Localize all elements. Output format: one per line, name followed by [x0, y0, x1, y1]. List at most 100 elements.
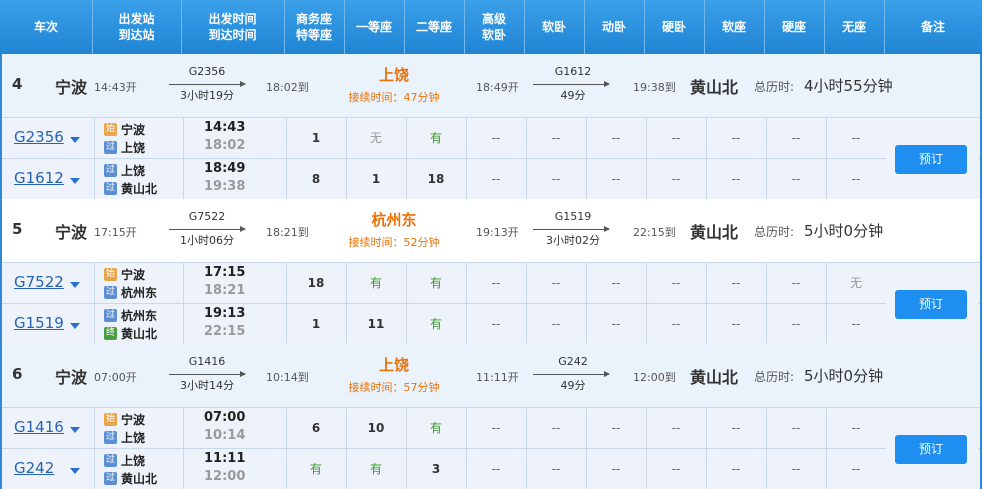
leg2-train-no: G1519: [554, 210, 592, 223]
seat-availability: --: [611, 421, 621, 435]
header-label-line1: 硬座: [781, 20, 806, 34]
train-number-link[interactable]: G2356: [14, 128, 64, 146]
header-divider: [524, 0, 525, 54]
chevron-down-icon[interactable]: [70, 178, 80, 184]
seat-availability: 无: [849, 276, 862, 290]
booking-cell: 预订: [886, 262, 978, 344]
leg1-duration: 3小时14分: [180, 379, 234, 392]
transfer-summary-row: 6 宁波 07:00开 G1416 3小时14分 10:14到 上饶 接续时间：57分钟 11:…: [2, 344, 980, 407]
leg1-arrive-time: 18:02到: [266, 81, 309, 94]
transfer-summary-row: 4 宁波 14:43开 G2356 3小时19分 18:02到 上饶 接续时间：47分钟 18:…: [2, 54, 980, 117]
seat-availability: --: [491, 317, 501, 331]
seat-availability: --: [851, 462, 861, 476]
book-button[interactable]: 预订: [895, 289, 967, 319]
seat-availability: --: [611, 172, 621, 186]
seat-availability: 无: [369, 131, 382, 145]
chevron-down-icon[interactable]: [70, 468, 80, 474]
seat-availability: --: [551, 421, 561, 435]
seat-availability: 有: [429, 421, 442, 435]
chevron-down-icon[interactable]: [70, 427, 80, 433]
arrive-time: 19:38: [204, 179, 246, 194]
leg2-arrow: [533, 81, 610, 87]
chevron-down-icon[interactable]: [70, 137, 80, 143]
header-divider: [181, 0, 182, 54]
seat-availability: 有: [429, 317, 442, 331]
leg2-duration: 49分: [560, 89, 586, 102]
header-divider: [704, 0, 705, 54]
total-duration: 5小时0分钟: [804, 222, 884, 240]
train-number-link[interactable]: G1612: [14, 169, 64, 187]
arrive-station: 黄山北: [121, 182, 158, 196]
header-label-line1: 软卧: [541, 20, 566, 34]
depart-station: 上饶: [121, 454, 146, 468]
header-cell: 硬座: [764, 0, 824, 54]
header-divider: [884, 0, 885, 54]
header-cell: 出发时间 到达时间: [181, 0, 284, 54]
cell-divider: [94, 263, 95, 304]
cell-divider: [94, 118, 95, 159]
header-label-line1: 备注: [920, 20, 945, 34]
seat-availability: 18: [427, 172, 445, 186]
train-number-link[interactable]: G7522: [14, 273, 64, 291]
seat-availability: --: [791, 276, 801, 290]
header-label-line1: 二等座: [415, 20, 452, 34]
leg1-train-no: G7522: [188, 210, 226, 223]
seat-availability: 有: [309, 462, 322, 476]
station-type-badge: 过: [104, 309, 117, 322]
depart-station: 宁波: [121, 413, 146, 427]
header-cell: 软座: [704, 0, 764, 54]
train-row: G1612 过上饶过黄山北 18:49 19:38 8 1 18 -- -- -- -- -- -- --: [2, 158, 980, 200]
transfer-summary-row: 5 宁波 17:15开 G7522 1小时06分 18:21到 杭州东 接续时间：52分钟 19…: [2, 199, 980, 262]
leg1-duration: 3小时19分: [180, 89, 234, 102]
depart-station: 宁波: [121, 268, 146, 282]
seat-availability: --: [791, 421, 801, 435]
header-divider: [824, 0, 825, 54]
arrive-time: 10:14: [204, 428, 246, 443]
seat-availability: --: [851, 317, 861, 331]
total-duration: 4小时55分钟: [804, 77, 893, 95]
train-number-link[interactable]: G242: [14, 459, 54, 477]
total-duration-label: 总历时:: [754, 225, 795, 239]
book-button[interactable]: 预订: [895, 144, 967, 174]
depart-time: 07:00: [204, 410, 246, 425]
transfer-city: 上饶: [378, 356, 409, 374]
header-cell: 车次: [0, 0, 92, 54]
transfer-wait-time: 接续时间：47分钟: [348, 91, 440, 104]
table-header: 车次 出发站 到达站 出发时间 到达时间 商务座 特等座 一等座 二等座 高级 软卧 软卧 动卧 硬卧 软座…: [0, 0, 982, 54]
chevron-down-icon[interactable]: [70, 323, 80, 329]
leg2-depart-time: 18:49开: [476, 81, 519, 94]
seat-availability: --: [491, 462, 501, 476]
arrive-time: 22:15: [204, 324, 246, 339]
station-type-badge: 过: [104, 286, 117, 299]
station-type-badge: 始: [104, 413, 117, 426]
book-button[interactable]: 预订: [895, 434, 967, 464]
depart-station: 上饶: [121, 164, 146, 178]
cell-divider: [183, 118, 184, 159]
seat-availability: --: [671, 421, 681, 435]
station-type-badge: 始: [104, 268, 117, 281]
transfer-wait-time: 接续时间：52分钟: [348, 236, 440, 249]
leg2-train-no: G242: [558, 355, 588, 368]
train-row: G1519 过杭州东终黄山北 19:13 22:15 1 11 有 -- -- -- -- -- -- -…: [2, 303, 980, 345]
origin-city: 宁波: [55, 78, 88, 97]
seat-availability: --: [611, 462, 621, 476]
chevron-down-icon[interactable]: [70, 282, 80, 288]
leg2-arrive-time: 19:38到: [633, 81, 676, 94]
train-number-link[interactable]: G1519: [14, 314, 64, 332]
arrive-station: 杭州东: [121, 286, 158, 300]
train-number-link[interactable]: G1416: [14, 418, 64, 436]
header-cell: 一等座: [344, 0, 404, 54]
header-label-line1: 一等座: [355, 20, 392, 34]
depart-time: 18:49: [204, 161, 246, 176]
result-index: 4: [12, 75, 23, 93]
cell-divider: [94, 449, 95, 489]
seat-availability: --: [731, 276, 741, 290]
header-label-line1: 硬卧: [661, 20, 686, 34]
station-type-badge: 始: [104, 123, 117, 136]
station-type-badge: 过: [104, 141, 117, 154]
seat-availability: --: [791, 462, 801, 476]
seat-availability: --: [551, 276, 561, 290]
header-cell: 软卧: [524, 0, 584, 54]
station-type-badge: 过: [104, 472, 117, 485]
origin-depart-time: 07:00开: [94, 371, 137, 384]
